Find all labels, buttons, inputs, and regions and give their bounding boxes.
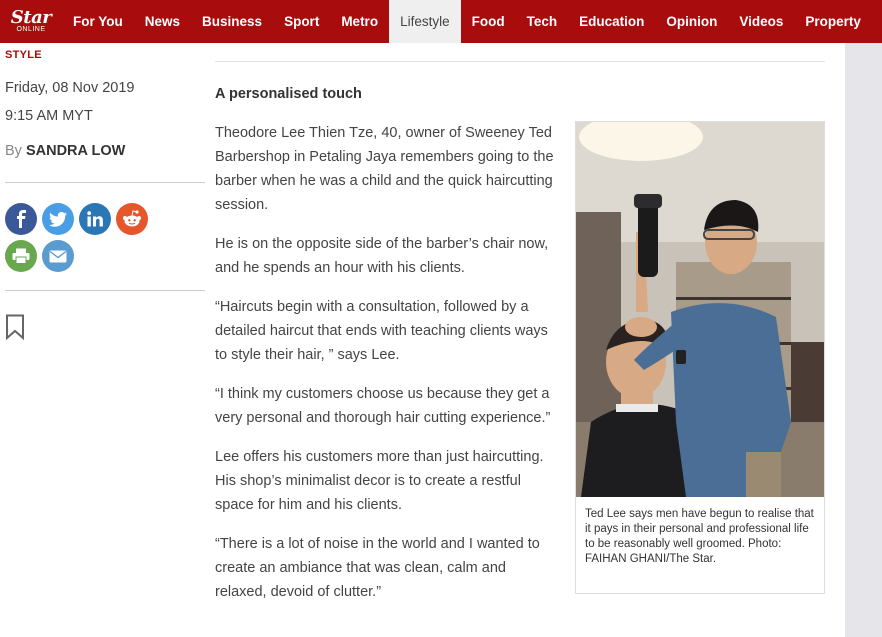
reddit-icon[interactable] bbox=[116, 203, 148, 235]
nav-item-business[interactable]: Business bbox=[191, 0, 273, 43]
nav-item-property[interactable]: Property bbox=[794, 0, 872, 43]
article-paragraph: “There is a lot of noise in the world an… bbox=[215, 536, 540, 600]
nav-item-for-you[interactable]: For You bbox=[62, 0, 134, 43]
logo-sub: ONLINE bbox=[16, 25, 46, 33]
article-body: Theodore Lee Thien Tze, 40, owner of Swe… bbox=[215, 121, 560, 619]
byline: By SANDRA LOW bbox=[5, 143, 125, 159]
author-name[interactable]: SANDRA LOW bbox=[26, 143, 125, 159]
article-paragraph: “Haircuts begin with a consultation, fol… bbox=[215, 299, 548, 363]
section-tag[interactable]: STYLE bbox=[5, 49, 42, 61]
nav-item-news[interactable]: News bbox=[134, 0, 191, 43]
divider bbox=[215, 61, 825, 62]
article-photo[interactable] bbox=[576, 122, 824, 497]
nav-item-tech[interactable]: Tech bbox=[516, 0, 569, 43]
facebook-icon[interactable] bbox=[5, 203, 37, 235]
right-gutter bbox=[845, 43, 882, 637]
photo-caption: Ted Lee says men have begun to realise t… bbox=[585, 508, 814, 565]
twitter-icon[interactable] bbox=[42, 203, 74, 235]
site-logo[interactable]: Star ONLINE bbox=[0, 0, 62, 43]
divider bbox=[5, 290, 205, 291]
email-icon[interactable] bbox=[42, 240, 74, 272]
byline-prefix: By bbox=[5, 143, 22, 159]
nav-item-metro[interactable]: Metro bbox=[330, 0, 389, 43]
publish-date: Friday, 08 Nov 2019 bbox=[5, 80, 135, 96]
linkedin-icon[interactable] bbox=[79, 203, 111, 235]
print-icon[interactable] bbox=[5, 240, 37, 272]
bookmark-icon[interactable] bbox=[5, 314, 25, 341]
divider bbox=[5, 182, 205, 183]
nav-item-opinion[interactable]: Opinion bbox=[655, 0, 728, 43]
article-paragraph: He is on the opposite side of the barber… bbox=[215, 236, 549, 276]
nav-item-lifestyle[interactable]: Lifestyle bbox=[389, 0, 461, 43]
nav-item-food[interactable]: Food bbox=[461, 0, 516, 43]
article-subhead: A personalised touch bbox=[215, 86, 362, 102]
article-paragraph: Theodore Lee Thien Tze, 40, owner of Swe… bbox=[215, 125, 554, 213]
top-nav: Star ONLINE For You News Business Sport … bbox=[0, 0, 882, 43]
nav-item-sport[interactable]: Sport bbox=[273, 0, 330, 43]
article-paragraph: “I think my customers choose us because … bbox=[215, 386, 551, 426]
nav-item-education[interactable]: Education bbox=[568, 0, 655, 43]
article-paragraph: Lee offers his customers more than just … bbox=[215, 449, 544, 513]
article-figure: Ted Lee says men have begun to realise t… bbox=[575, 121, 825, 594]
logo-main: Star bbox=[10, 6, 52, 28]
nav-item-videos[interactable]: Videos bbox=[728, 0, 794, 43]
publish-time: 9:15 AM MYT bbox=[5, 108, 93, 124]
